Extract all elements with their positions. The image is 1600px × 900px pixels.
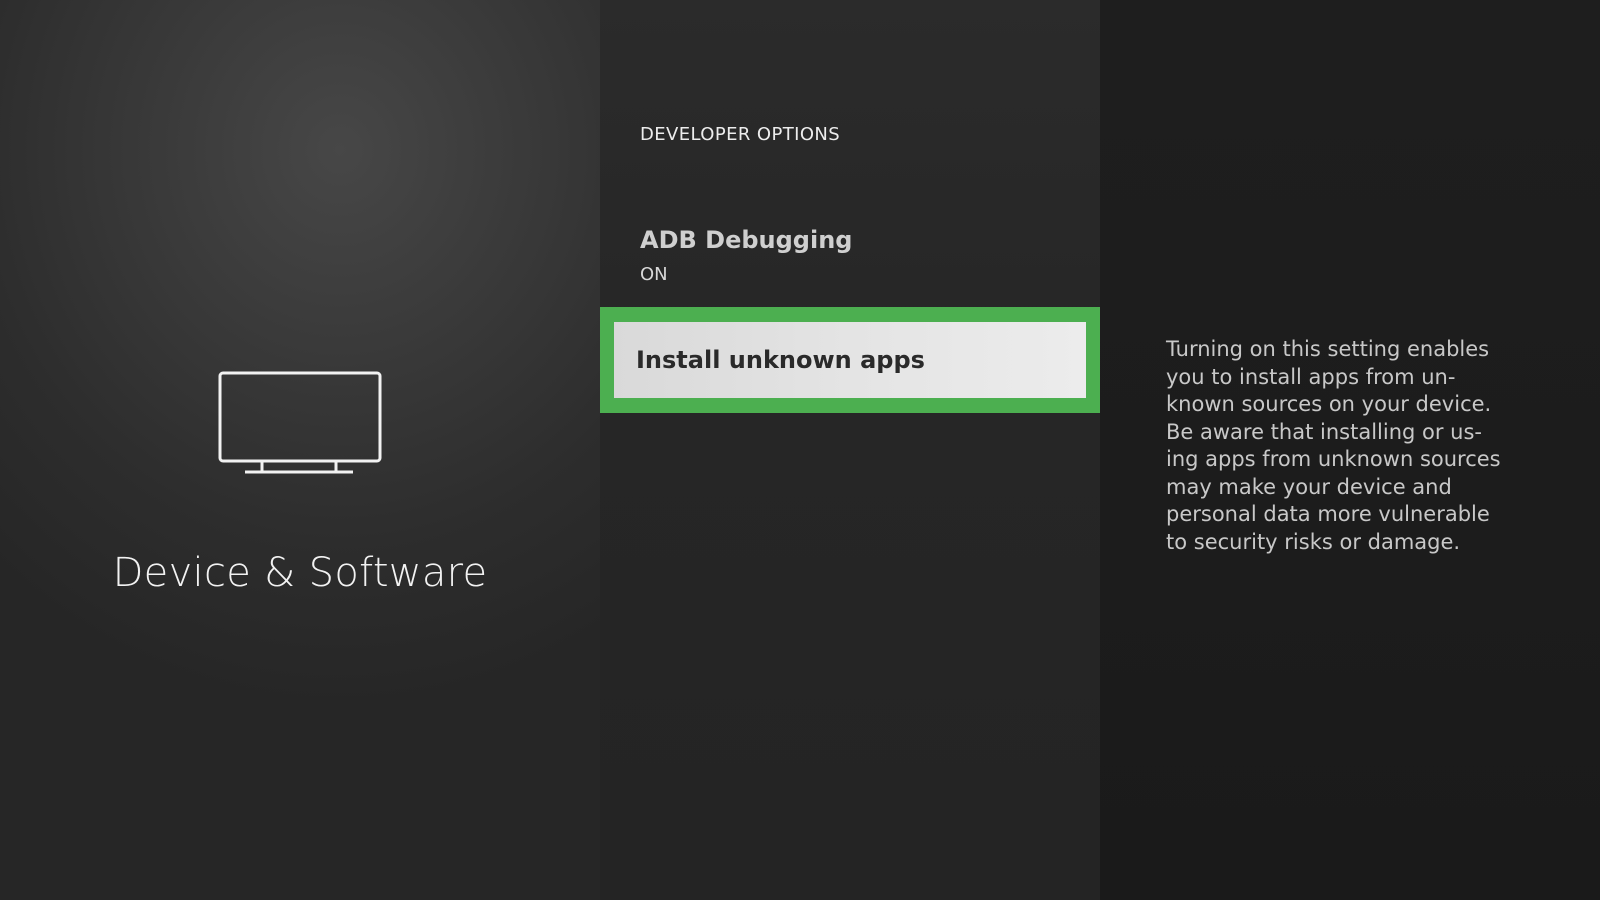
category-panel: Device & Software	[0, 0, 600, 900]
menu-item-status: ON	[640, 264, 668, 285]
tv-icon	[218, 371, 382, 474]
category-title: Device & Software	[112, 550, 488, 596]
menu-item-label: Install unknown apps	[636, 346, 925, 374]
menu-item-label: ADB Debugging	[640, 226, 853, 254]
menu-item-install-unknown-apps[interactable]: Install unknown apps	[600, 307, 1100, 413]
menu-item-adb-debugging[interactable]: ADB Debugging ON	[600, 220, 1100, 300]
focus-highlight: Install unknown apps	[614, 322, 1086, 398]
setting-description: Turning on this setting enables you to i…	[1166, 337, 1501, 554]
settings-screen: Device & Software DEVELOPER OPTIONS ADB …	[0, 0, 1600, 900]
menu-header: DEVELOPER OPTIONS	[640, 124, 841, 145]
